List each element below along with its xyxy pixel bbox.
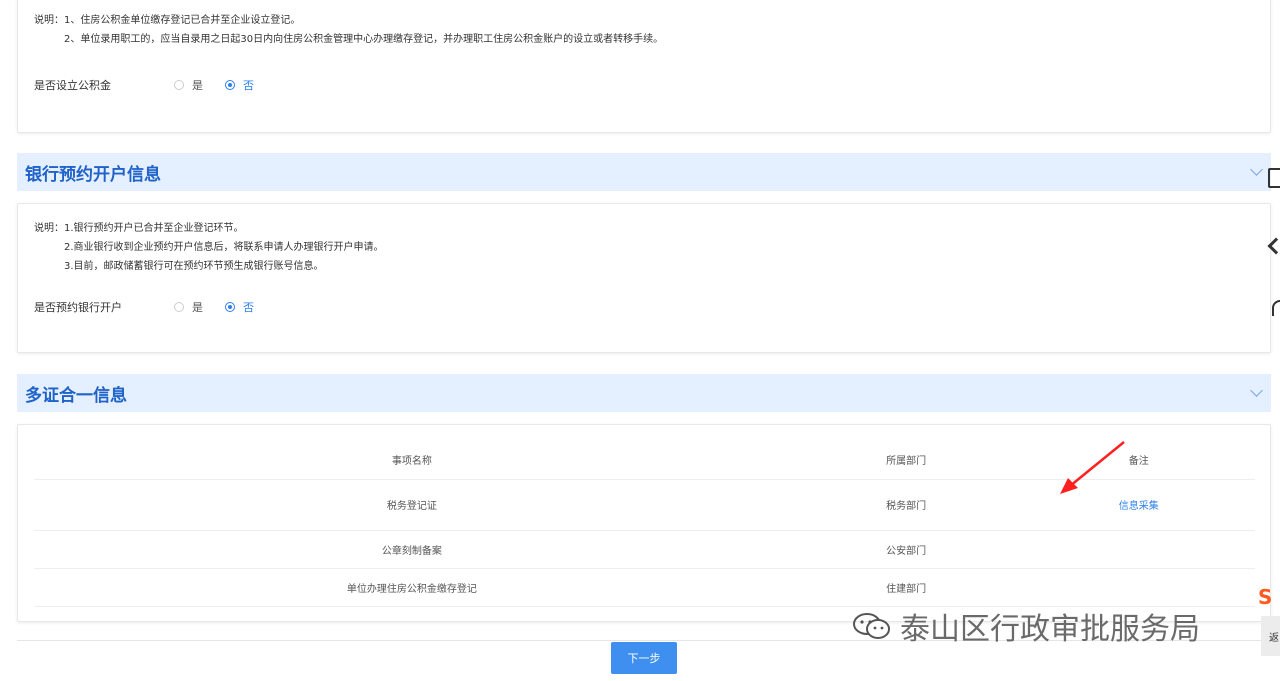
fund-question-label: 是否设立公积金: [34, 79, 111, 92]
bank-note-line3: 3.目前，邮政储蓄银行可在预约环节预生成银行账号信息。: [64, 261, 324, 272]
row-name: 单位办理住房公积金缴存登记: [34, 567, 790, 607]
info-collect-link[interactable]: 信息采集: [1119, 501, 1159, 512]
multi-cert-section-header[interactable]: 多证合一信息: [17, 374, 1271, 412]
fund-radio-yes[interactable]: 是: [174, 77, 203, 93]
back-to-top-button[interactable]: 返: [1261, 616, 1280, 656]
row-remark: [1022, 529, 1255, 568]
fund-radio-yes-label: 是: [192, 79, 203, 92]
multi-cert-section-title: 多证合一信息: [25, 385, 127, 406]
fund-card: 说明：1、住房公积金单位缴存登记已合并至企业设立登记。 2、单位录用职工的，应当…: [17, 0, 1271, 133]
bank-section-header[interactable]: 银行预约开户信息: [17, 153, 1271, 191]
wechat-icon: [853, 613, 890, 639]
bank-radio-no[interactable]: 否: [225, 299, 254, 315]
fund-radio-row: 是否设立公积金 是 否: [34, 77, 276, 93]
support-icon[interactable]: [1272, 300, 1280, 316]
next-step-button[interactable]: 下一步: [611, 642, 677, 674]
col-header-name: 事项名称: [391, 456, 432, 468]
bank-radio-row: 是否预约银行开户 是 否: [34, 299, 276, 315]
radio-checked-icon: [225, 302, 235, 312]
red-arrow-icon: [1060, 441, 1125, 494]
watermark: 泰山区行政审批服务局: [852, 604, 1200, 648]
row-dept: 住建部门: [789, 567, 1023, 607]
feedback-icon[interactable]: [1268, 168, 1280, 188]
chevron-down-icon[interactable]: [1250, 384, 1263, 397]
radio-circle-icon: [174, 80, 184, 90]
bank-note-line1: 说明：1.银行预约开户已合并至企业登记环节。: [34, 223, 244, 234]
sogou-logo-icon[interactable]: S: [1258, 585, 1280, 609]
row-remark: [1022, 567, 1255, 607]
row-dept: 税务部门: [789, 478, 1023, 530]
col-header-dept: 所属部门: [886, 456, 927, 468]
watermark-text: 泰山区行政审批服务局: [900, 612, 1200, 647]
fund-note-line2: 2、单位录用职工的，应当自录用之日起30日内向住房公积金管理中心办理缴存登记，并…: [64, 34, 664, 45]
bank-card: 说明：1.银行预约开户已合并至企业登记环节。 2.商业银行收到企业预约开户信息后…: [17, 203, 1271, 353]
row-name: 公章刻制备案: [34, 529, 790, 568]
row-dept: 公安部门: [789, 529, 1023, 568]
fund-note: 说明：1、住房公积金单位缴存登记已合并至企业设立登记。 2、单位录用职工的，应当…: [34, 11, 663, 49]
radio-checked-icon: [225, 80, 235, 90]
fund-radio-no-label: 否: [243, 79, 254, 92]
bank-question-label: 是否预约银行开户: [34, 301, 122, 314]
table-row: 公章刻制备案 公安部门: [34, 529, 1255, 568]
radio-circle-icon: [174, 302, 184, 312]
bank-section-title: 银行预约开户信息: [25, 164, 161, 185]
bank-radio-yes-label: 是: [192, 301, 203, 314]
bank-note: 说明：1.银行预约开户已合并至企业登记环节。 2.商业银行收到企业预约开户信息后…: [34, 219, 384, 276]
chevron-down-icon[interactable]: [1250, 163, 1263, 176]
bank-radio-yes[interactable]: 是: [174, 299, 203, 315]
fund-note-line1: 说明：1、住房公积金单位缴存登记已合并至企业设立登记。: [34, 15, 301, 26]
bank-note-line2: 2.商业银行收到企业预约开户信息后，将联系申请人办理银行开户申请。: [64, 242, 384, 253]
row-name: 税务登记证: [34, 478, 790, 530]
table-row: 单位办理住房公积金缴存登记 住建部门: [34, 567, 1255, 607]
fund-radio-no[interactable]: 否: [225, 77, 254, 93]
bank-radio-no-label: 否: [243, 301, 254, 314]
